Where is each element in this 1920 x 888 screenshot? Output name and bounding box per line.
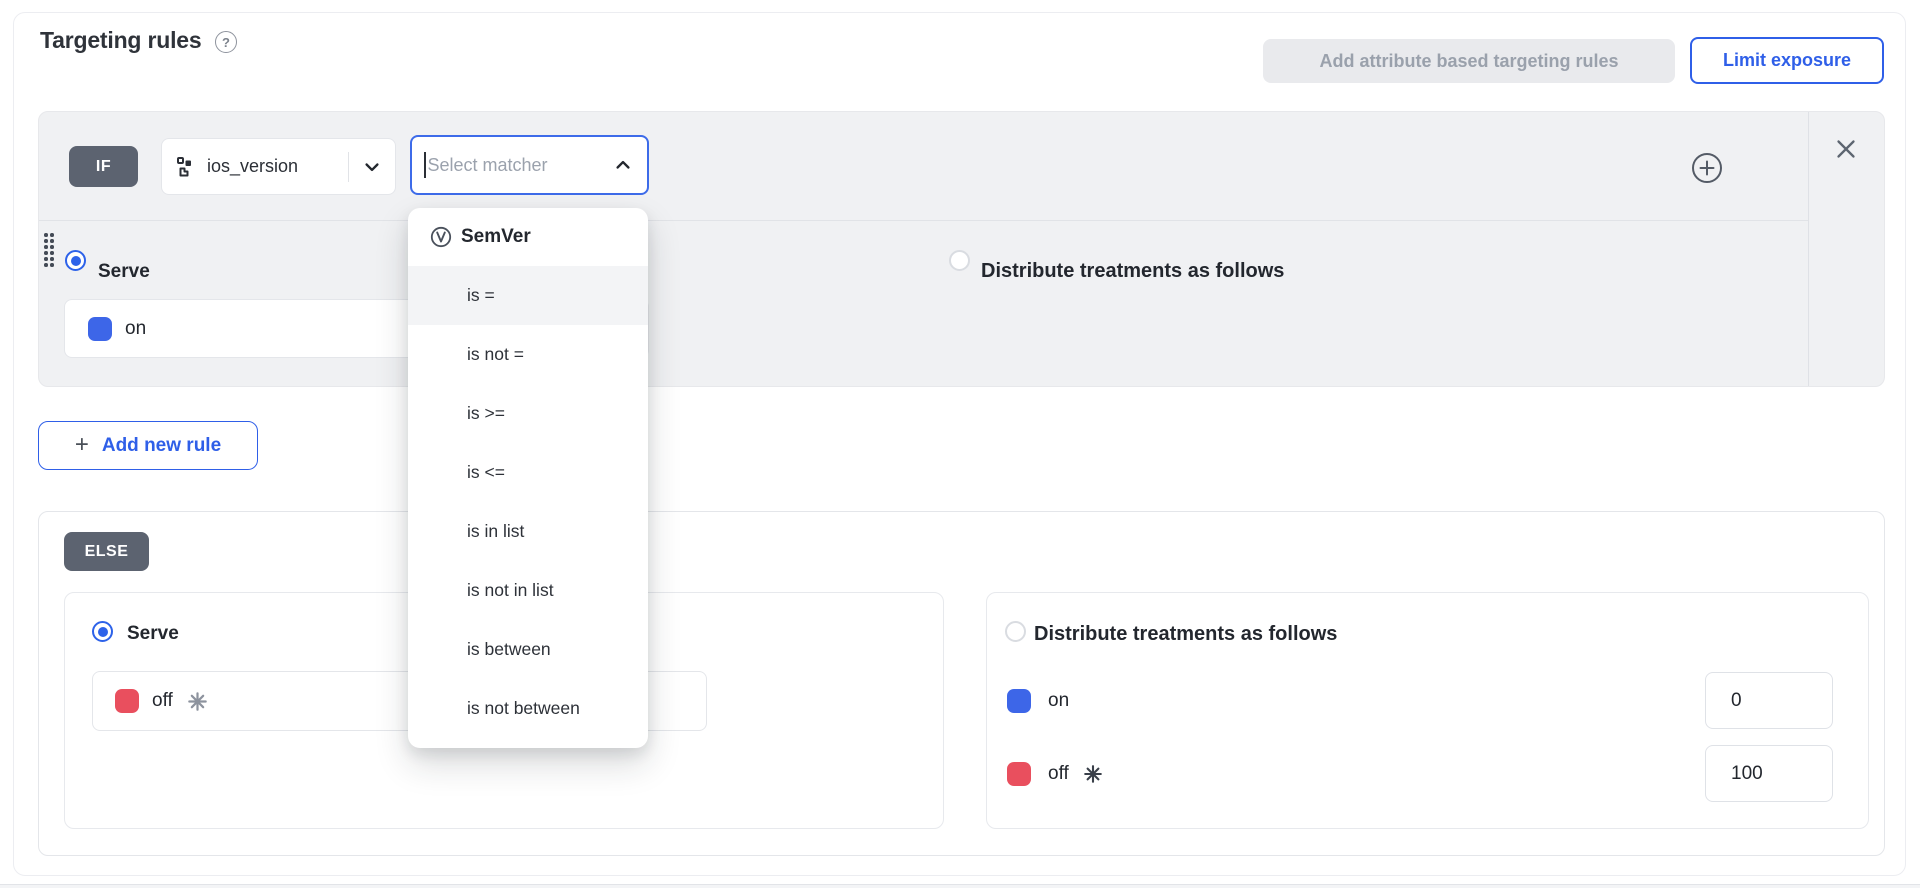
default-serve-treatment-value: off (152, 690, 173, 712)
matcher-option-is-gte[interactable]: is >= (408, 384, 648, 443)
semver-icon (430, 226, 452, 248)
distribute-on-name: on (1048, 690, 1069, 712)
add-new-rule-button[interactable]: + Add new rule (38, 421, 258, 470)
add-attribute-rules-button[interactable]: Add attribute based targeting rules (1263, 39, 1675, 83)
page-bottom-divider (0, 884, 1920, 888)
attribute-type-icon (176, 156, 198, 178)
add-condition-icon[interactable] (1691, 152, 1723, 184)
matcher-select-placeholder: Select matcher (428, 155, 548, 176)
distribute-row-on: on (1007, 671, 1069, 731)
plus-icon: + (75, 431, 89, 459)
page-title: Targeting rules (40, 27, 201, 54)
distribute-row-off: off (1007, 744, 1103, 804)
targeting-rules-page: Targeting rules ? Add attribute based ta… (0, 0, 1920, 888)
limit-exposure-button[interactable]: Limit exposure (1690, 37, 1884, 84)
distribute-on-percent-input[interactable] (1705, 672, 1833, 729)
add-attribute-rules-label: Add attribute based targeting rules (1319, 51, 1618, 72)
distribute-off-percent-input[interactable] (1705, 745, 1833, 802)
default-rule-card: ELSE Serve off Distribute treatments as … (38, 511, 1885, 856)
default-treatment-icon (1083, 764, 1103, 784)
default-treatment-icon (187, 691, 208, 712)
matcher-group-label: SemVer (461, 226, 531, 248)
matcher-group-header: SemVer (408, 208, 648, 266)
matcher-dropdown-menu: SemVer is = is not = is >= is <= is in l… (408, 208, 648, 748)
matcher-select[interactable]: Select matcher (410, 135, 649, 195)
matcher-option-is-in-list[interactable]: is in list (408, 502, 648, 561)
treatment-on-swatch (1007, 689, 1031, 713)
treatment-off-swatch (115, 689, 139, 713)
serve-treatment-value: on (125, 318, 146, 340)
matcher-option-is-not-equal[interactable]: is not = (408, 325, 648, 384)
text-cursor (424, 152, 426, 178)
attribute-select-value: ios_version (207, 156, 298, 177)
default-distribute-radio[interactable] (1005, 621, 1026, 642)
attribute-select[interactable]: ios_version (161, 138, 396, 195)
help-icon[interactable]: ? (215, 31, 237, 53)
serve-label: Serve (98, 261, 150, 283)
distribute-radio[interactable] (949, 250, 970, 271)
remove-rule-icon[interactable] (1835, 138, 1857, 160)
matcher-option-is-not-in-list[interactable]: is not in list (408, 561, 648, 620)
else-badge-label: ELSE (85, 543, 129, 561)
matcher-option-is-not-between[interactable]: is not between (408, 679, 648, 738)
drag-handle[interactable] (44, 233, 59, 266)
limit-exposure-label: Limit exposure (1723, 50, 1851, 71)
matcher-option-is-equal[interactable]: is = (408, 266, 648, 325)
add-new-rule-label: Add new rule (102, 435, 221, 457)
help-question-glyph: ? (222, 35, 230, 50)
default-serve-label: Serve (127, 623, 179, 645)
distribute-label: Distribute treatments as follows (981, 260, 1284, 283)
chevron-down-icon (349, 157, 395, 177)
treatment-on-swatch (88, 317, 112, 341)
if-badge: IF (69, 146, 138, 187)
rule-card-divider (1808, 112, 1809, 386)
if-badge-label: IF (96, 158, 111, 176)
targeting-rule-card: IF ios_version Select matcher (38, 111, 1885, 387)
distribute-off-name: off (1048, 763, 1069, 785)
treatment-off-swatch (1007, 762, 1031, 786)
serve-radio[interactable] (65, 250, 86, 271)
else-badge: ELSE (64, 532, 149, 571)
chevron-up-icon (613, 155, 633, 175)
if-row-divider (39, 220, 1808, 221)
matcher-option-is-between[interactable]: is between (408, 620, 648, 679)
matcher-option-is-lte[interactable]: is <= (408, 443, 648, 502)
default-distribute-panel: Distribute treatments as follows on off (986, 592, 1869, 829)
default-serve-radio[interactable] (92, 621, 113, 642)
default-distribute-label: Distribute treatments as follows (1034, 623, 1337, 646)
